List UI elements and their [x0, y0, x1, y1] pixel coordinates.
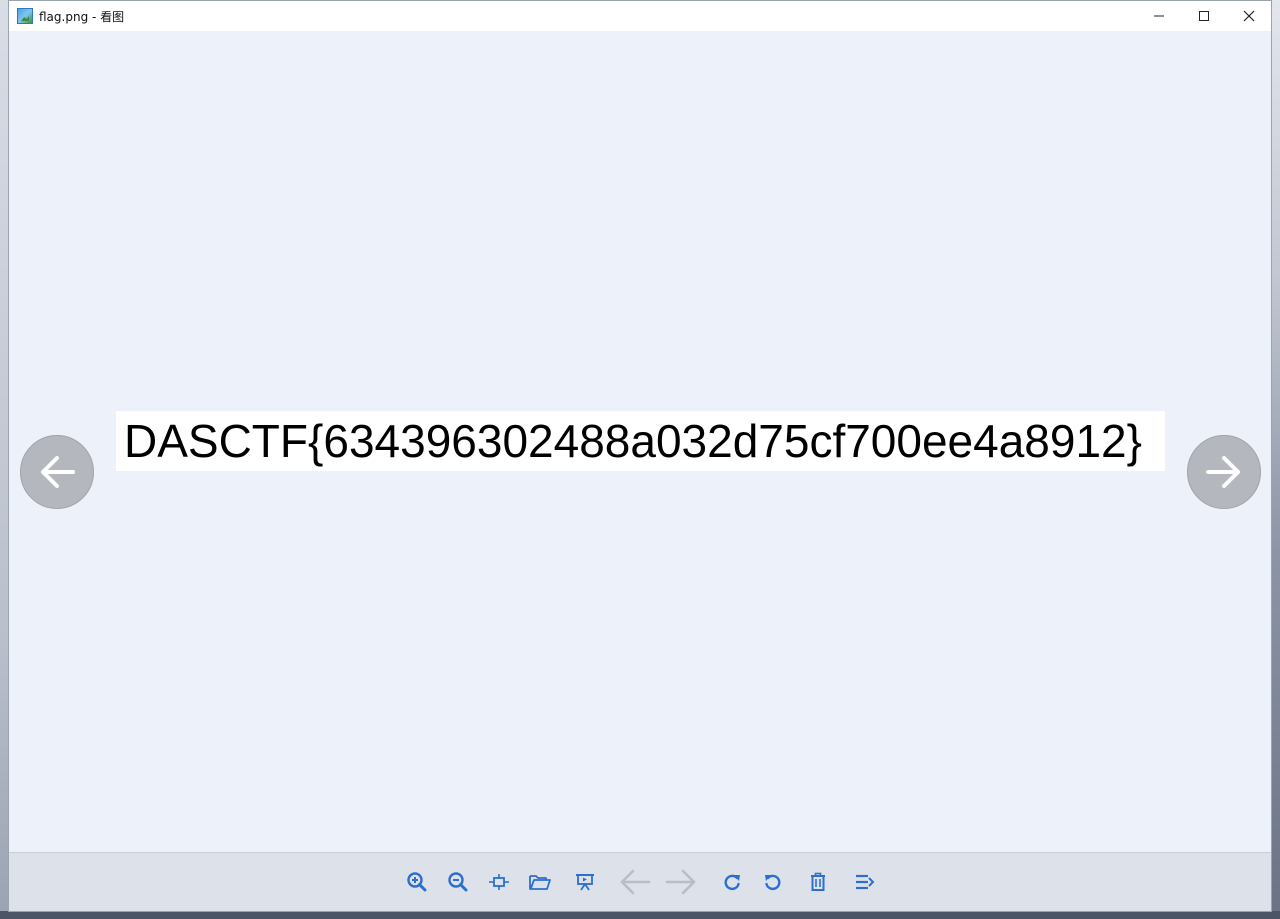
slideshow-icon	[576, 874, 594, 891]
open-folder-button[interactable]	[527, 869, 553, 895]
rotate-clockwise-icon	[724, 874, 740, 891]
zoom-out-button[interactable]	[445, 869, 471, 895]
minimize-button[interactable]	[1136, 1, 1181, 31]
delete-button[interactable]	[805, 869, 831, 895]
desktop-background-left	[0, 0, 8, 919]
window-title: flag.png - 看图	[39, 9, 125, 24]
delete-icon	[811, 872, 825, 891]
zoom-in-button[interactable]	[404, 869, 430, 895]
previous-icon	[620, 869, 651, 895]
desktop-background-right	[1272, 0, 1280, 919]
image-viewer-window: flag.png - 看图 DASCTF{634396302488a032d75…	[8, 0, 1272, 912]
bottom-toolbar	[9, 852, 1271, 911]
zoom-in-icon	[407, 872, 427, 892]
image-flag-text: DASCTF{634396302488a032d75cf700ee4a8912}	[124, 415, 1142, 467]
more-menu-icon	[856, 874, 875, 890]
displayed-image: DASCTF{634396302488a032d75cf700ee4a8912}	[116, 411, 1165, 471]
arrow-left-icon	[41, 456, 75, 488]
arrow-right-icon	[1206, 456, 1240, 488]
next-icon	[665, 869, 696, 895]
slideshow-button[interactable]	[572, 869, 598, 895]
toolbar-previous-button[interactable]	[619, 869, 651, 895]
maximize-button[interactable]	[1181, 1, 1226, 31]
desktop-taskbar-edge	[0, 911, 1280, 919]
zoom-out-icon	[448, 872, 468, 892]
rotate-clockwise-button[interactable]	[719, 869, 745, 895]
title-bar[interactable]: flag.png - 看图	[9, 1, 1271, 31]
next-image-button[interactable]	[1187, 435, 1261, 509]
close-icon	[1243, 10, 1254, 22]
open-folder-icon	[529, 875, 551, 890]
rotate-counterclockwise-button[interactable]	[760, 869, 786, 895]
maximize-icon	[1198, 11, 1209, 21]
fit-to-window-button[interactable]	[486, 869, 512, 895]
previous-image-button[interactable]	[20, 435, 94, 509]
more-menu-button[interactable]	[851, 869, 877, 895]
fit-to-window-icon	[489, 874, 509, 890]
app-icon	[17, 8, 33, 24]
close-button[interactable]	[1226, 1, 1271, 31]
image-canvas[interactable]: DASCTF{634396302488a032d75cf700ee4a8912}	[9, 31, 1271, 853]
minimize-icon	[1153, 15, 1164, 17]
rotate-counterclockwise-icon	[765, 874, 781, 891]
window-controls	[1136, 1, 1271, 31]
toolbar-next-button[interactable]	[665, 869, 697, 895]
